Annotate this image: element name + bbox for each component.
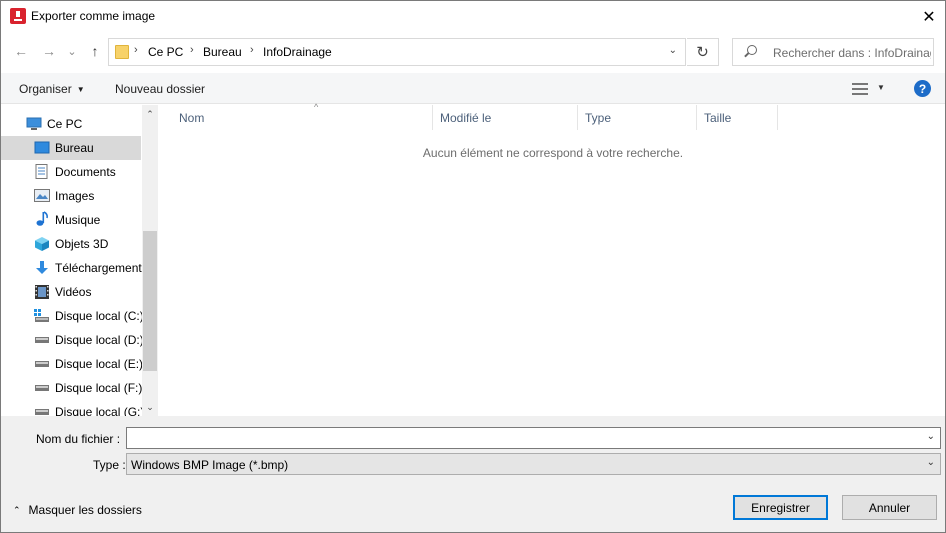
desktop-icon	[34, 141, 50, 155]
sidebar-item-label: Disque local (G:)	[55, 405, 145, 416]
filename-label: Nom du fichier :	[36, 432, 121, 446]
column-label: Nom	[179, 110, 205, 125]
sidebar-item-disque-e[interactable]: Disque local (E:)	[1, 352, 144, 376]
file-options-panel: Nom du fichier : ⌄ Type : Windows BMP Im…	[1, 416, 945, 532]
breadcrumb-ce-pc[interactable]: Ce PC	[148, 45, 183, 59]
downloads-icon	[34, 260, 50, 274]
breadcrumb-separator[interactable]: ›	[190, 44, 194, 56]
column-header-modifie-le[interactable]: Modifié le	[434, 105, 578, 130]
sidebar-item-disque-c[interactable]: Disque local (C:)	[1, 304, 144, 328]
empty-message: Aucun élément ne correspond à votre rech…	[422, 146, 684, 160]
column-header-taille[interactable]: Taille	[698, 105, 778, 130]
chevron-down-icon: ⌄	[926, 457, 935, 468]
scrollbar-thumb[interactable]	[143, 231, 157, 371]
drive-icon	[34, 334, 50, 348]
chevron-up-icon: ⌃	[13, 504, 21, 515]
filename-input[interactable]: ⌄	[126, 427, 941, 449]
folder-icon	[115, 45, 129, 59]
sidebar-item-label: Images	[55, 189, 95, 203]
address-bar[interactable]: › Ce PC › Bureau › InfoDrainage ⌄	[108, 38, 686, 66]
breadcrumb-bureau[interactable]: Bureau	[203, 45, 242, 59]
hide-folders-label: Masquer les dossiers	[28, 503, 142, 517]
sidebar-item-bureau[interactable]: Bureau	[1, 136, 141, 160]
sidebar-item-telechargements[interactable]: Téléchargements	[1, 256, 148, 280]
sidebar-item-documents[interactable]: Documents	[1, 160, 141, 184]
sidebar-item-label: Objets 3D	[55, 237, 109, 251]
sidebar-item-disque-f[interactable]: Disque local (F:)	[1, 376, 143, 400]
refresh-icon[interactable]: ↻	[687, 38, 719, 66]
window-title: Exporter comme image	[31, 9, 156, 23]
music-icon	[34, 211, 50, 226]
sidebar-item-label: Téléchargements	[55, 261, 148, 275]
help-icon[interactable]: ?	[914, 80, 931, 97]
documents-icon	[34, 164, 50, 179]
save-button[interactable]: Enregistrer	[733, 495, 828, 520]
title-bar: Exporter comme image ✕	[1, 1, 945, 32]
scroll-down-icon[interactable]: ⌄	[142, 400, 158, 414]
caret-down-icon: ▼	[76, 85, 85, 94]
drive-icon	[34, 382, 50, 396]
type-label: Type :	[93, 458, 126, 472]
column-header-nom[interactable]: Nom ^	[173, 102, 433, 130]
filename-history-chevron-icon[interactable]: ⌄	[927, 431, 935, 442]
sidebar-item-label: Ce PC	[47, 117, 83, 131]
system-drive-icon	[34, 309, 50, 323]
up-arrow-icon[interactable]: ↑	[86, 41, 104, 61]
sidebar-item-label: Disque local (F:)	[55, 381, 143, 395]
save-dialog: Exporter comme image ✕ ← → ⌄ ↑ › Ce PC ›…	[0, 0, 946, 533]
navigation-bar: ← → ⌄ ↑ › Ce PC › Bureau › InfoDrainage …	[1, 34, 945, 70]
search-box[interactable]: Rechercher dans : InfoDrainage	[732, 38, 934, 66]
file-type-value: Windows BMP Image (*.bmp)	[131, 458, 289, 472]
sidebar-item-musique[interactable]: Musique	[1, 208, 141, 232]
computer-icon	[26, 117, 42, 131]
column-header-type[interactable]: Type	[579, 105, 697, 130]
file-type-select[interactable]: Windows BMP Image (*.bmp) ⌄	[126, 453, 941, 475]
pictures-icon	[34, 189, 50, 203]
sidebar-item-images[interactable]: Images	[1, 184, 141, 208]
forward-arrow-icon[interactable]: →	[39, 41, 59, 61]
drive-icon	[34, 406, 50, 416]
scroll-up-icon[interactable]: ⌃	[142, 107, 158, 121]
command-bar: Organiser ▼ Nouveau dossier ▼ ?	[1, 73, 945, 104]
sidebar-item-label: Bureau	[55, 141, 94, 155]
sidebar-item-objets-3d[interactable]: Objets 3D	[1, 232, 141, 256]
address-dropdown-icon[interactable]: ⌄	[669, 45, 677, 56]
sidebar-item-label: Disque local (C:)	[55, 309, 144, 323]
back-arrow-icon[interactable]: ←	[11, 41, 31, 61]
cancel-button[interactable]: Annuler	[842, 495, 937, 520]
breadcrumb-infodrainage[interactable]: InfoDrainage	[263, 45, 332, 59]
sidebar-item-label: Vidéos	[55, 285, 92, 299]
organize-label: Organiser	[19, 82, 72, 96]
breadcrumb-separator[interactable]: ›	[250, 44, 254, 56]
sidebar-item-label: Disque local (E:)	[55, 357, 144, 371]
sidebar-item-label: Documents	[55, 165, 116, 179]
navigation-pane: Ce PC Bureau Documents Images Musique Ob…	[1, 105, 158, 416]
sidebar-item-ce-pc[interactable]: Ce PC	[1, 112, 141, 136]
new-folder-button[interactable]: Nouveau dossier	[115, 82, 205, 96]
sidebar-item-videos[interactable]: Vidéos	[1, 280, 141, 304]
recent-locations-chevron-icon[interactable]: ⌄	[65, 41, 79, 61]
sidebar-item-label: Disque local (D:)	[55, 333, 144, 347]
view-options-icon[interactable]	[852, 83, 868, 95]
hide-folders-toggle[interactable]: ⌃ Masquer les dossiers	[13, 503, 142, 517]
sidebar-item-disque-g[interactable]: Disque local (G:)	[1, 400, 145, 416]
close-button[interactable]: ✕	[913, 1, 945, 32]
app-logo-icon	[10, 8, 26, 24]
sidebar-item-disque-d[interactable]: Disque local (D:)	[1, 328, 144, 352]
sort-ascending-icon: ^	[314, 102, 319, 112]
file-list: Nom ^ Modifié le Type Taille Aucun éléme…	[159, 102, 945, 416]
search-icon	[747, 45, 757, 55]
sidebar-item-label: Musique	[55, 213, 101, 227]
sidebar-scrollbar[interactable]: ⌃ ⌄	[142, 105, 158, 416]
drive-icon	[34, 358, 50, 372]
search-input[interactable]: Rechercher dans : InfoDrainage	[773, 46, 931, 60]
organize-button[interactable]: Organiser ▼	[19, 82, 85, 96]
videos-icon	[34, 284, 50, 299]
breadcrumb-separator: ›	[134, 44, 138, 56]
3d-objects-icon	[34, 236, 50, 251]
view-options-caret-icon[interactable]: ▼	[877, 83, 885, 92]
